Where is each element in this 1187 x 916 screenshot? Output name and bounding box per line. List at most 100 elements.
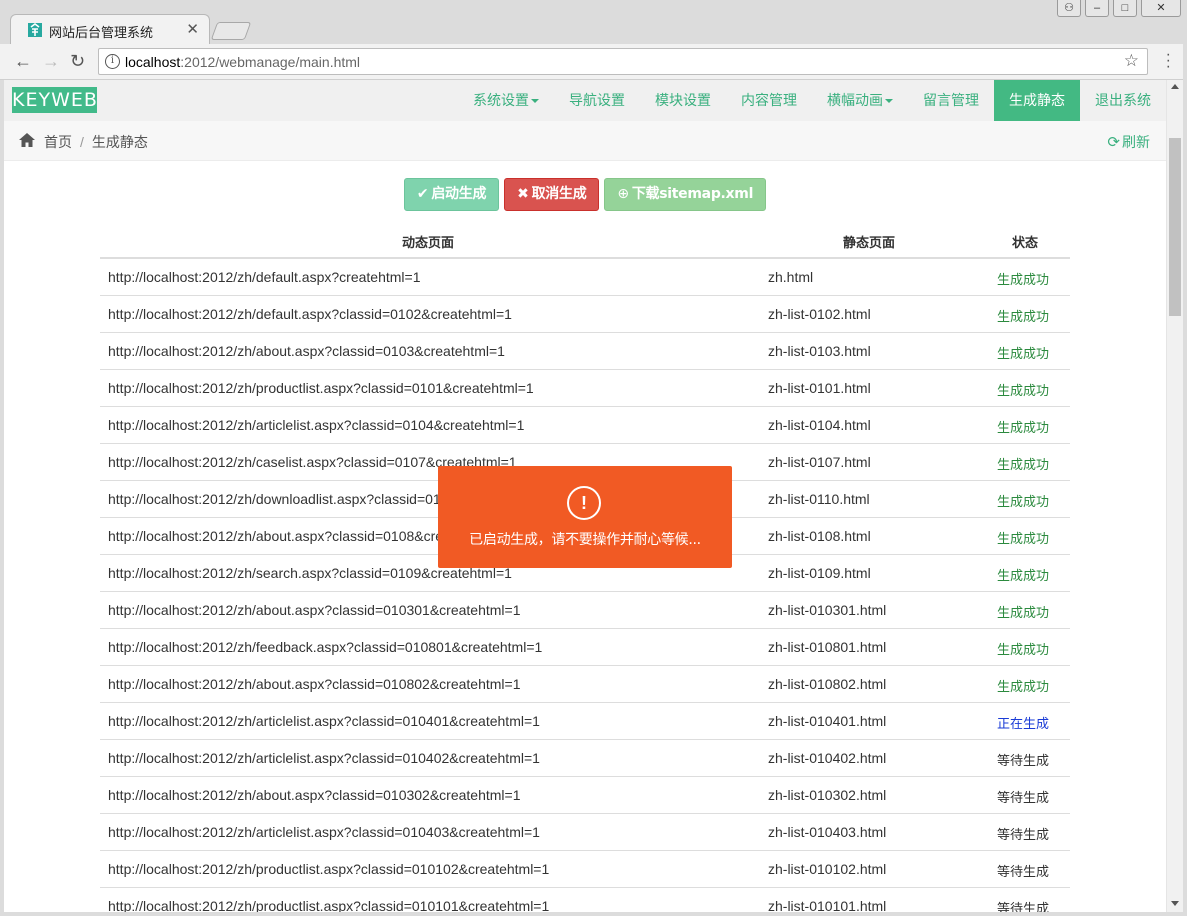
table-row: http://localhost:2012/zh/productlist.asp…	[100, 370, 1070, 407]
status-cell: 生成成功	[997, 347, 1050, 362]
dynamic-url-cell: http://localhost:2012/zh/default.aspx?cl…	[108, 306, 512, 322]
status-cell: 等待生成	[997, 754, 1050, 769]
static-file-cell: zh-list-010301.html	[768, 602, 887, 618]
back-arrow-icon[interactable]: ←	[14, 52, 32, 70]
alert-exclamation-icon: !	[567, 486, 601, 520]
bookmark-star-icon[interactable]: ☆	[1124, 51, 1139, 71]
browser-menu-icon[interactable]: · · ·	[1166, 47, 1171, 75]
static-file-cell: zh-list-010403.html	[768, 824, 887, 840]
status-cell: 等待生成	[997, 902, 1050, 912]
dynamic-url-cell: http://localhost:2012/zh/articlelist.asp…	[108, 824, 540, 840]
start-generate-button[interactable]: ✔ 启动生成	[403, 178, 500, 211]
table-row: http://localhost:2012/zh/default.aspx?cr…	[100, 259, 1070, 296]
table-body: http://localhost:2012/zh/default.aspx?cr…	[100, 259, 1070, 912]
static-file-cell: zh-list-0102.html	[768, 306, 871, 322]
browser-tab[interactable]: 网站后台管理系统 ✕	[10, 14, 210, 44]
forward-arrow-icon[interactable]: →	[42, 52, 60, 70]
dynamic-url-cell: http://localhost:2012/zh/about.aspx?clas…	[108, 787, 521, 803]
nav-item-system-settings[interactable]: 系统设置	[458, 80, 554, 121]
static-file-cell: zh-list-010101.html	[768, 898, 887, 912]
dynamic-url-cell: http://localhost:2012/zh/default.aspx?cr…	[108, 269, 421, 285]
dynamic-url-cell: http://localhost:2012/zh/about.aspx?clas…	[108, 676, 521, 692]
minimize-button[interactable]: –	[1085, 0, 1109, 17]
toast-notification: ! 已启动生成，请不要操作并耐心等候...	[438, 466, 732, 568]
dynamic-url-cell: http://localhost:2012/zh/articlelist.asp…	[108, 417, 525, 433]
scroll-up-icon[interactable]	[1171, 84, 1179, 89]
status-cell: 等待生成	[997, 865, 1050, 880]
address-bar[interactable]: i localhost:2012/webmanage/main.html ☆	[98, 48, 1148, 75]
nav-item-navigation-settings[interactable]: 导航设置	[554, 80, 640, 121]
table-row: http://localhost:2012/zh/articlelist.asp…	[100, 740, 1070, 777]
table-row: http://localhost:2012/zh/productlist.asp…	[100, 888, 1070, 912]
static-file-cell: zh-list-0101.html	[768, 380, 871, 396]
close-window-button[interactable]: ✕	[1141, 0, 1181, 17]
window-frame-bottom	[0, 912, 1187, 916]
status-cell: 生成成功	[997, 421, 1050, 436]
status-cell: 等待生成	[997, 828, 1050, 843]
maximize-button[interactable]: □	[1113, 0, 1137, 17]
user-icon[interactable]: ⚇	[1057, 0, 1081, 17]
breadcrumb-home-link[interactable]: 首页	[44, 134, 72, 150]
status-cell: 生成成功	[997, 458, 1050, 473]
nav-item-message-management[interactable]: 留言管理	[908, 80, 994, 121]
caret-down-icon	[885, 99, 893, 104]
table-row: http://localhost:2012/zh/productlist.asp…	[100, 851, 1070, 888]
breadcrumb-separator: /	[80, 134, 84, 150]
tab-title: 网站后台管理系统	[49, 26, 154, 41]
nav-item-module-settings[interactable]: 模块设置	[640, 80, 726, 121]
url-text: localhost:2012/webmanage/main.html	[125, 54, 361, 70]
status-cell: 生成成功	[997, 384, 1050, 399]
window-controls: ⚇ – □ ✕	[1057, 0, 1181, 17]
toast-message: 已启动生成，请不要操作并耐心等候...	[469, 532, 701, 548]
static-file-cell: zh-list-010402.html	[768, 750, 887, 766]
status-cell: 生成成功	[997, 569, 1050, 584]
static-file-cell: zh-list-010302.html	[768, 787, 887, 803]
status-cell: 生成成功	[997, 606, 1050, 621]
table-row: http://localhost:2012/zh/about.aspx?clas…	[100, 777, 1070, 814]
site-header: KEYWEB 系统设置 导航设置 模块设置 内容管理 横幅动画 留言管理 生成静…	[4, 80, 1166, 121]
breadcrumb-trail: 首页 / 生成静态	[44, 132, 148, 152]
status-cell: 等待生成	[997, 791, 1050, 806]
static-file-cell: zh-list-0103.html	[768, 343, 871, 359]
refresh-button[interactable]: ⟳ 刷新	[1107, 132, 1150, 152]
vertical-scrollbar[interactable]	[1166, 80, 1183, 912]
caret-down-icon	[531, 99, 539, 104]
static-file-cell: zh-list-0109.html	[768, 565, 871, 581]
column-header-status: 状态	[1012, 236, 1039, 251]
column-header-static: 静态页面	[843, 236, 896, 251]
home-icon[interactable]	[19, 133, 35, 147]
download-sitemap-button[interactable]: ⊕ 下载sitemap.xml	[604, 178, 767, 211]
static-file-cell: zh-list-0107.html	[768, 454, 871, 470]
nav-item-content-management[interactable]: 内容管理	[726, 80, 812, 121]
static-file-cell: zh-list-010102.html	[768, 861, 887, 877]
dynamic-url-cell: http://localhost:2012/zh/productlist.asp…	[108, 380, 534, 396]
dynamic-url-cell: http://localhost:2012/zh/feedback.aspx?c…	[108, 639, 543, 655]
check-icon: ✔	[416, 186, 429, 202]
cancel-generate-button[interactable]: ✖ 取消生成	[504, 178, 600, 211]
table-row: http://localhost:2012/zh/about.aspx?clas…	[100, 592, 1070, 629]
static-file-cell: zh-list-0104.html	[768, 417, 871, 433]
table-row: http://localhost:2012/zh/articlelist.asp…	[100, 407, 1070, 444]
refresh-icon: ⟳	[1107, 134, 1120, 151]
new-tab-button[interactable]	[210, 22, 252, 40]
nav-item-banner-animation[interactable]: 横幅动画	[812, 80, 908, 121]
static-file-cell: zh-list-010802.html	[768, 676, 887, 692]
table-row: http://localhost:2012/zh/about.aspx?clas…	[100, 333, 1070, 370]
table-header: 动态页面 静态页面 状态	[100, 222, 1070, 259]
scroll-down-icon[interactable]	[1171, 901, 1179, 906]
site-info-icon[interactable]: i	[105, 54, 120, 69]
dynamic-url-cell: http://localhost:2012/zh/about.aspx?clas…	[108, 343, 505, 359]
reload-icon[interactable]: ↻	[70, 52, 85, 70]
dynamic-url-cell: http://localhost:2012/zh/articlelist.asp…	[108, 713, 540, 729]
status-cell: 生成成功	[997, 532, 1050, 547]
nav-item-generate-static[interactable]: 生成静态	[994, 80, 1080, 121]
nav-item-logout[interactable]: 退出系统	[1080, 80, 1166, 121]
static-file-cell: zh-list-0110.html	[768, 491, 870, 507]
download-circle-icon: ⊕	[617, 186, 629, 202]
scrollbar-thumb[interactable]	[1169, 138, 1181, 316]
status-cell: 生成成功	[997, 680, 1050, 695]
status-cell: 生成成功	[997, 273, 1050, 288]
tab-close-icon[interactable]: ✕	[186, 20, 199, 38]
static-file-cell: zh.html	[768, 269, 814, 285]
dynamic-url-cell: http://localhost:2012/zh/articlelist.asp…	[108, 750, 540, 766]
